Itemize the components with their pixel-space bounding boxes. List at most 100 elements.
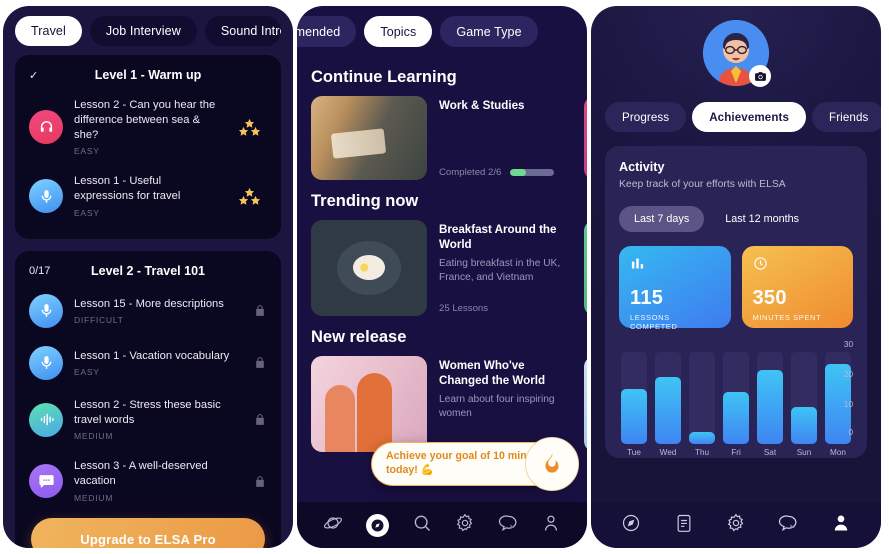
category-chip-row: ommended Topics Game Type bbox=[297, 16, 587, 47]
level-2-progress-count: 0/17 bbox=[29, 264, 51, 277]
activity-subtitle: Keep track of your efforts with ELSA bbox=[619, 179, 786, 190]
lesson-title: Lesson 3 - A well-deserved vacation bbox=[74, 460, 208, 488]
chip-game-type[interactable]: Game Type bbox=[440, 16, 538, 47]
course-card[interactable]: Breakfast Around the World Eating breakf… bbox=[311, 220, 574, 316]
person-icon[interactable] bbox=[541, 513, 561, 538]
upgrade-label: Upgrade to ELSA Pro bbox=[80, 531, 216, 547]
phone-panel-explore: ommended Topics Game Type Continue Learn… bbox=[297, 6, 587, 548]
lesson-title: Lesson 1 - Vacation vocabulary bbox=[74, 349, 230, 362]
lock-icon bbox=[256, 414, 264, 426]
course-progress-label: Completed 2/6 bbox=[439, 167, 502, 178]
lock-icon bbox=[256, 357, 264, 369]
lesson-row[interactable]: Lesson 2 - Can you hear the difference b… bbox=[27, 89, 269, 165]
gear-icon[interactable] bbox=[726, 513, 746, 538]
level-1-title: Level 1 - Warm up bbox=[94, 68, 202, 82]
y-tick: 10 bbox=[843, 400, 853, 409]
course-lesson-count: 25 Lessons bbox=[439, 303, 488, 314]
bar-column: Sat bbox=[757, 352, 783, 457]
bar-label: Mon bbox=[830, 448, 846, 457]
chat-icon[interactable] bbox=[498, 513, 518, 538]
lesson-row[interactable]: Lesson 2 - Stress these basic travel wor… bbox=[27, 389, 269, 451]
course-card-peek[interactable] bbox=[584, 356, 587, 452]
range-selector: Last 7 days Last 12 months bbox=[619, 206, 853, 232]
chip-label: ommended bbox=[297, 24, 341, 39]
level-2-card: 0/17 Level 2 - Travel 101 Lesson 15 - Mo… bbox=[15, 250, 281, 548]
bar-column: Wed bbox=[655, 352, 681, 457]
goal-toast[interactable]: Achieve your goal of 10 minutes today! 💪 bbox=[371, 437, 579, 491]
gear-icon[interactable] bbox=[455, 513, 475, 538]
microphone-icon bbox=[29, 293, 63, 328]
course-thumbnail bbox=[311, 220, 427, 316]
course-card[interactable]: Women Who've Changed the World Learn abo… bbox=[311, 356, 574, 452]
lesson-difficulty: MEDIUM bbox=[74, 493, 114, 504]
lesson-title: Lesson 2 - Can you hear the difference b… bbox=[74, 99, 216, 141]
lesson-row[interactable]: Lesson 15 - More descriptions DIFFICULT bbox=[27, 285, 269, 337]
chip-job-interview[interactable]: Job Interview bbox=[89, 16, 197, 46]
compass-icon[interactable] bbox=[365, 513, 389, 537]
bar-chart-icon bbox=[631, 258, 644, 269]
lesson-title: Lesson 1 - Useful expressions for travel bbox=[74, 175, 181, 203]
stat-card-minutes[interactable]: 350 MINUTES SPENT bbox=[741, 246, 853, 328]
continue-learning-row[interactable]: Work & Studies Completed 2/6 bbox=[297, 96, 587, 180]
tab-friends[interactable]: Friends bbox=[812, 102, 881, 132]
lock-icon bbox=[256, 475, 264, 487]
level-complete-check-icon: ✓ bbox=[29, 69, 39, 82]
tab-achievements[interactable]: Achievements bbox=[692, 102, 807, 132]
activity-bar-chart: Tue Wed Thu Fri Sat Sun Mon 30 20 10 0 bbox=[621, 340, 853, 457]
lesson-row[interactable]: Lesson 1 - Useful expressions for travel… bbox=[27, 165, 269, 227]
chip-travel[interactable]: Travel bbox=[15, 16, 82, 46]
planet-icon[interactable] bbox=[323, 513, 343, 538]
level-2-title: Level 2 - Travel 101 bbox=[91, 263, 205, 278]
person-icon[interactable] bbox=[831, 513, 851, 538]
stat-caption: MINUTES SPENT bbox=[752, 313, 822, 322]
activity-title: Activity bbox=[619, 160, 665, 174]
lesson-stars bbox=[231, 118, 267, 137]
level-1-card: ✓ Level 1 - Warm up Lesson 2 - Can you h… bbox=[15, 55, 281, 239]
activity-card: Activity Keep track of your efforts with… bbox=[605, 146, 867, 458]
bar-label: Thu bbox=[694, 448, 710, 457]
y-tick: 30 bbox=[843, 340, 853, 349]
range-last-12-months[interactable]: Last 12 months bbox=[710, 206, 814, 232]
chat-icon[interactable] bbox=[778, 513, 798, 538]
lesson-row[interactable]: Lesson 3 - A well-deserved vacation MEDI… bbox=[27, 450, 269, 512]
stat-value: 350 bbox=[752, 287, 787, 309]
chip-label: Topics bbox=[380, 24, 417, 39]
tab-progress[interactable]: Progress bbox=[605, 102, 687, 132]
lock-icon bbox=[256, 305, 264, 317]
upgrade-to-pro-button[interactable]: Upgrade to ELSA Pro bbox=[31, 518, 265, 548]
search-icon[interactable] bbox=[412, 513, 432, 538]
lesson-stars bbox=[231, 187, 267, 206]
bottom-nav bbox=[591, 502, 881, 548]
course-card-peek[interactable] bbox=[584, 96, 587, 180]
course-title: Work & Studies bbox=[439, 99, 525, 112]
topic-chip-row: Travel Job Interview Sound Introdu bbox=[15, 16, 281, 46]
course-title: Women Who've Changed the World bbox=[439, 359, 546, 388]
course-lesson-count-label: 25 Lessons bbox=[439, 303, 489, 314]
stat-card-lessons[interactable]: 115 LESSONS COMPETED bbox=[619, 246, 731, 331]
chip-recommended[interactable]: ommended bbox=[297, 16, 357, 47]
clipboard-icon[interactable] bbox=[674, 513, 694, 538]
lesson-title: Lesson 15 - More descriptions bbox=[74, 297, 224, 310]
camera-icon[interactable] bbox=[749, 65, 771, 87]
lesson-difficulty: DIFFICULT bbox=[74, 315, 124, 326]
chip-sound-introduction[interactable]: Sound Introdu bbox=[204, 16, 281, 46]
chat-icon bbox=[29, 464, 63, 499]
course-card[interactable]: Work & Studies Completed 2/6 bbox=[311, 96, 574, 180]
bar-column: Sun bbox=[791, 352, 817, 457]
bar-label: Fri bbox=[731, 448, 741, 457]
flame-icon bbox=[525, 437, 579, 491]
lesson-row[interactable]: Lesson 1 - Vacation vocabulary EASY bbox=[27, 337, 269, 389]
course-card-peek[interactable] bbox=[584, 220, 587, 316]
chip-topics[interactable]: Topics bbox=[364, 16, 433, 47]
phone-panel-profile: Progress Achievements Friends Activity K… bbox=[591, 6, 881, 548]
range-last-7-days[interactable]: Last 7 days bbox=[619, 206, 705, 232]
trending-now-row[interactable]: Breakfast Around the World Eating breakf… bbox=[297, 220, 587, 316]
y-tick: 0 bbox=[848, 428, 853, 437]
y-tick: 20 bbox=[843, 370, 853, 379]
chip-label: Job Interview bbox=[105, 24, 181, 38]
lesson-title: Lesson 2 - Stress these basic travel wor… bbox=[74, 398, 221, 426]
compass-icon[interactable] bbox=[621, 513, 641, 538]
phone-panel-lessons: Travel Job Interview Sound Introdu ✓ Lev… bbox=[3, 6, 293, 548]
course-description: Learn about four inspiring women bbox=[439, 394, 555, 420]
course-thumbnail bbox=[311, 356, 427, 452]
